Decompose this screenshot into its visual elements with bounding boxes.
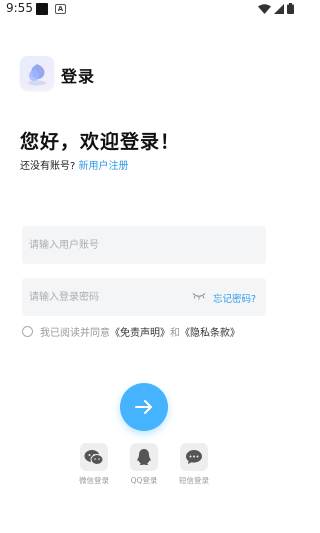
battery-icon <box>287 3 294 14</box>
agreement-row: 我已阅读并同意 《免责声明》 和 《隐私条款》 <box>22 324 240 339</box>
signal-icon <box>274 3 284 14</box>
qq-icon <box>130 443 158 471</box>
agreement-radio[interactable] <box>22 326 33 337</box>
login-button[interactable] <box>120 383 168 431</box>
wechat-icon <box>80 443 108 471</box>
register-prompt: 还没有账号? <box>20 161 76 172</box>
wifi-icon <box>258 3 271 14</box>
wechat-login-label: 微信登录 <box>79 476 109 485</box>
welcome-heading: 您好，欢迎登录！ <box>20 131 181 153</box>
notification-a-icon: A <box>55 4 66 14</box>
register-link[interactable]: 新用户注册 <box>79 161 129 172</box>
notification-square-icon <box>36 3 48 15</box>
disclaimer-link[interactable]: 《免责声明》 <box>110 324 170 339</box>
status-time: 9:55 <box>6 1 33 15</box>
password-field[interactable]: 忘记密码? <box>22 278 266 316</box>
privacy-link[interactable]: 《隐私条款》 <box>180 324 240 339</box>
register-line: 还没有账号? 新用户注册 <box>20 157 129 172</box>
qq-login-label: QQ登录 <box>130 476 158 485</box>
page-title: 登录 <box>61 67 96 86</box>
password-input[interactable] <box>22 278 189 316</box>
sms-icon <box>180 443 208 471</box>
forgot-password-link[interactable]: 忘记密码? <box>213 291 256 305</box>
app-logo <box>20 56 54 90</box>
username-input[interactable] <box>22 226 189 264</box>
qq-login-button[interactable]: QQ登录 <box>128 443 160 486</box>
sms-login-label: 短信登录 <box>179 476 209 485</box>
agreement-prefix: 我已阅读并同意 <box>40 328 110 339</box>
sms-login-button[interactable]: 短信登录 <box>178 443 210 486</box>
eye-closed-icon[interactable] <box>192 292 206 300</box>
app-logo-graphic <box>20 56 54 90</box>
arrow-right-icon <box>135 400 152 414</box>
wechat-login-button[interactable]: 微信登录 <box>78 443 110 486</box>
status-icons <box>258 3 294 14</box>
username-field[interactable] <box>22 226 266 264</box>
agreement-and: 和 <box>170 328 180 339</box>
